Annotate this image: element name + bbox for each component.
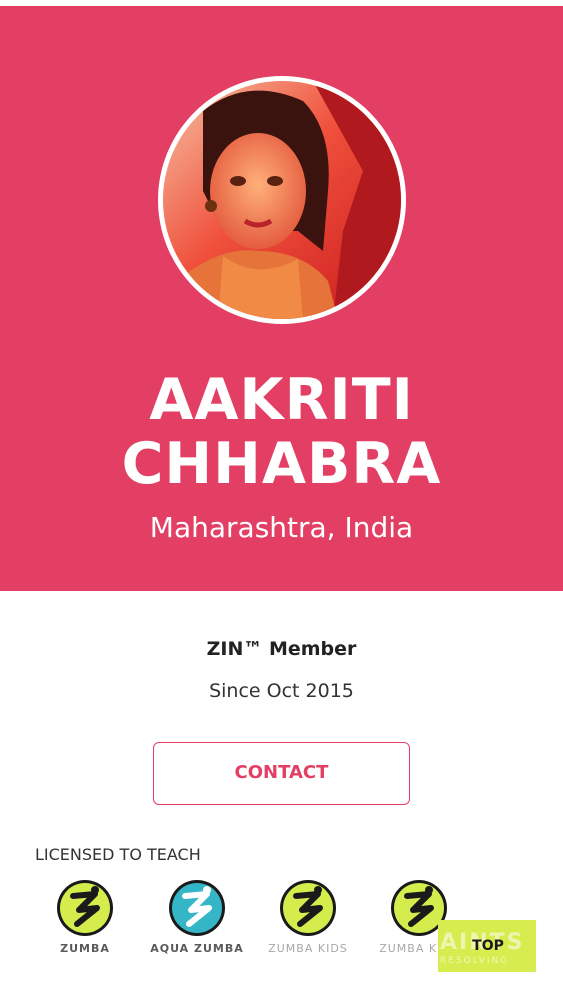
program-label: ZUMBA KIDS [268,942,348,955]
profile-name-line1: AAKRITI [149,367,414,433]
licensed-heading: LICENSED TO TEACH [35,845,201,864]
contact-button[interactable]: CONTACT [153,742,410,805]
avatar [158,76,406,324]
program-label: AQUA ZUMBA [150,942,244,955]
profile-name-line2: CHHABRA [121,431,442,497]
scroll-to-top-button[interactable]: AINTS RESOLVING TOP [438,920,536,972]
top-button-label: TOP [472,938,504,954]
zumba-logo-icon [57,880,113,936]
membership-title: ZIN™ Member [206,638,357,660]
program-label: ZUMBA [60,942,110,955]
program-aqua-zumba[interactable]: AQUA ZUMBA [142,878,252,956]
avatar-photo [163,81,401,319]
aqua-zumba-logo-icon [169,880,225,936]
zumba-kids-logo-icon [280,880,336,936]
program-zumba[interactable]: ZUMBA [30,878,140,956]
membership-since: Since Oct 2015 [209,680,354,702]
profile-name: AAKRITI CHHABRA [0,368,563,496]
profile-header: AAKRITI CHHABRA Maharashtra, India [0,6,563,591]
program-zumba-kids[interactable]: ZUMBA KIDS [253,878,363,956]
profile-location: Maharashtra, India [149,511,414,544]
profile-screen: AAKRITI CHHABRA Maharashtra, India ZIN™ … [0,0,563,1000]
overlay-watermark-sub: RESOLVING [440,956,510,966]
